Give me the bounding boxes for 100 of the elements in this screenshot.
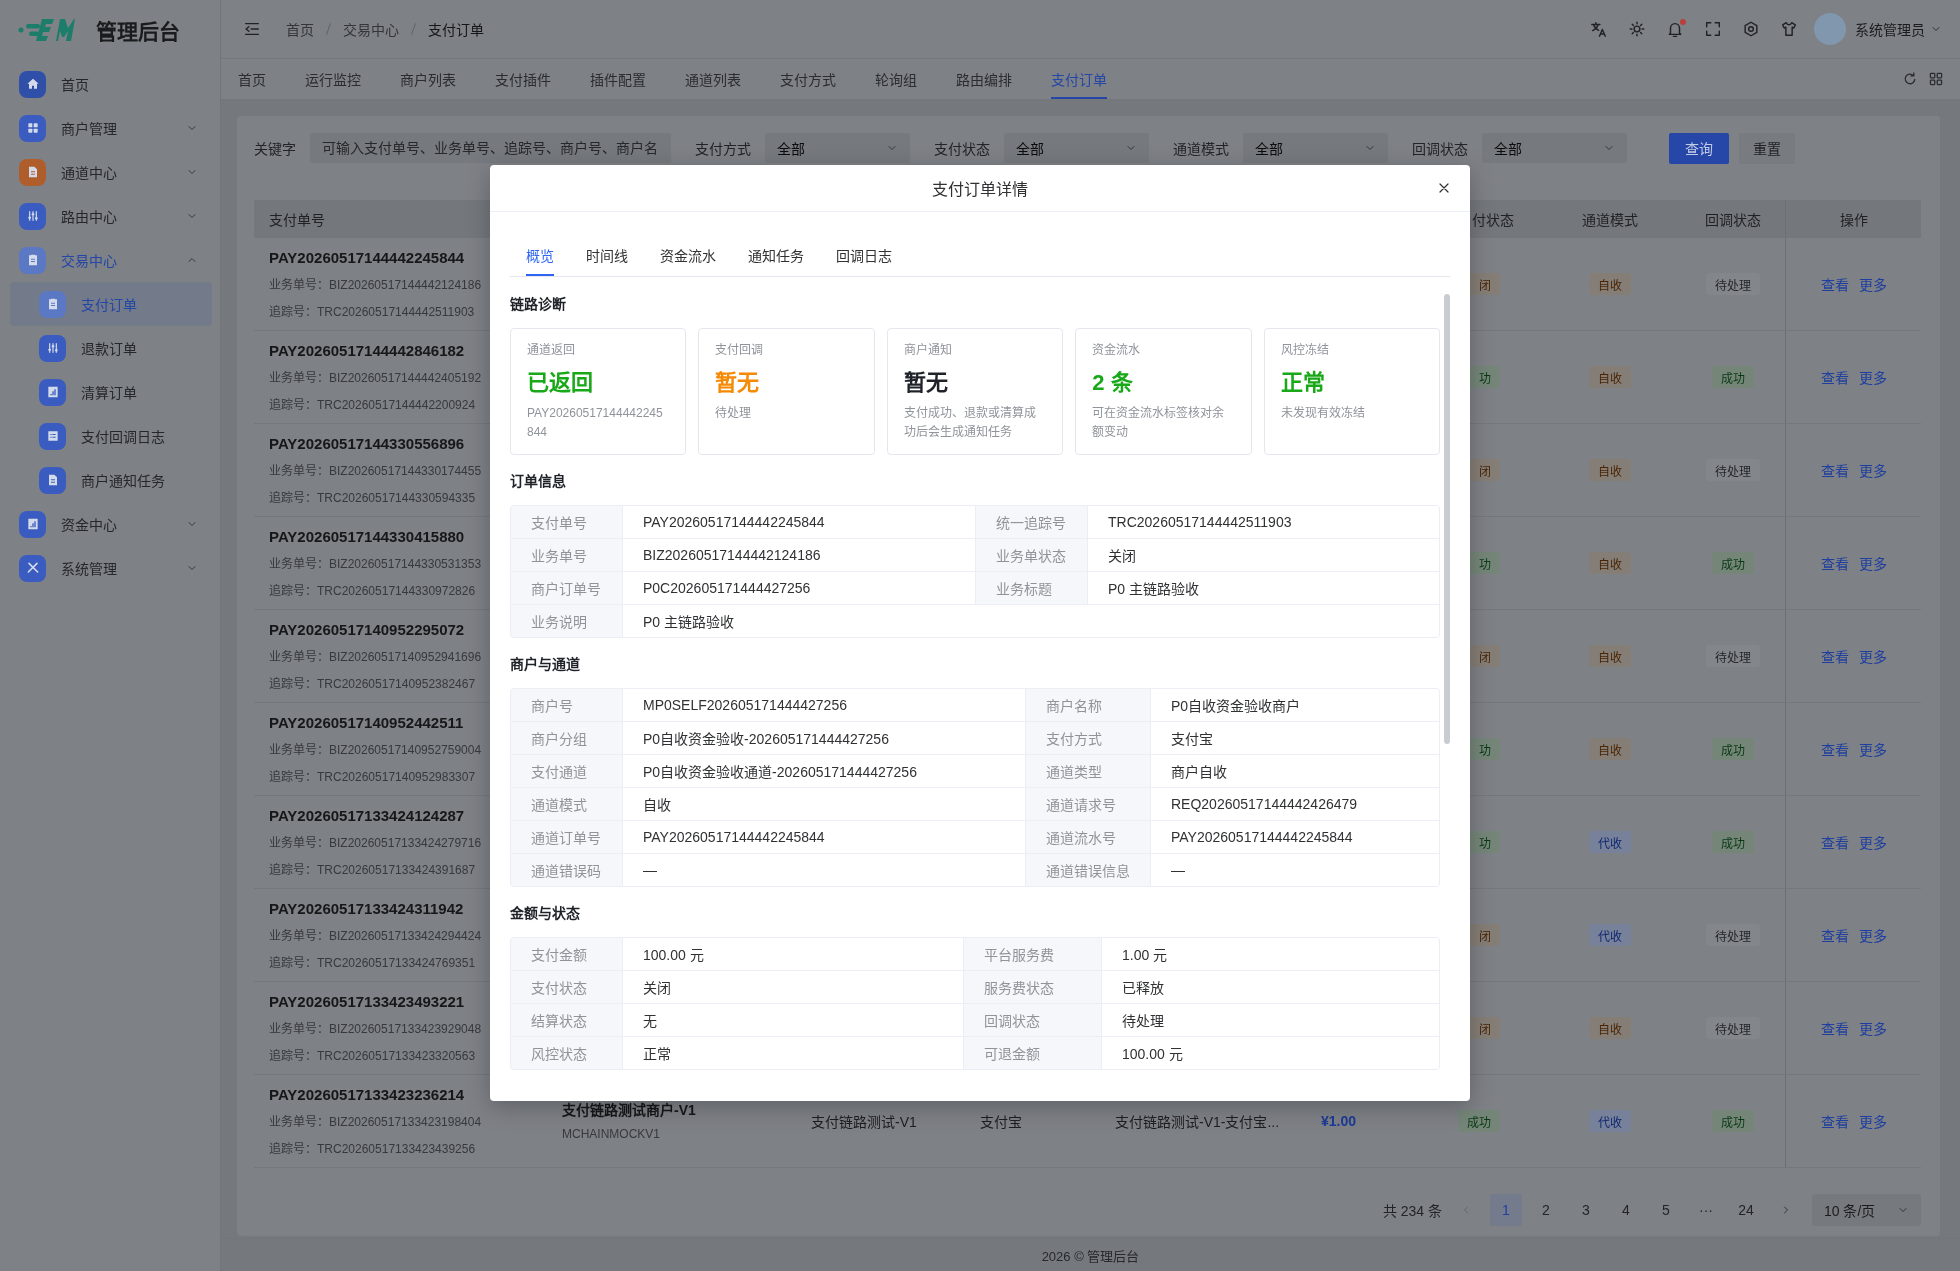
action-link[interactable]: 查看 (1820, 925, 1849, 945)
page-button[interactable]: 3 (1570, 1194, 1602, 1226)
translate-icon[interactable] (1590, 20, 1608, 38)
mode-tag: 代收 (1589, 1110, 1631, 1132)
page-tab[interactable]: 运行监控 (305, 59, 361, 99)
settings-icon[interactable] (1742, 20, 1760, 38)
action-link[interactable]: 查看 (1820, 274, 1849, 294)
order-number: PAY20260517144330415880 (269, 527, 465, 547)
action-link[interactable]: 更多 (1858, 460, 1887, 480)
page-button[interactable]: 24 (1730, 1194, 1762, 1226)
action-link[interactable]: 查看 (1820, 460, 1849, 480)
menu-item[interactable]: 商户通知任务 (10, 458, 212, 502)
action-link[interactable]: 查看 (1820, 367, 1849, 387)
keyword-input[interactable]: 可输入支付单号、业务单号、追踪号、商户号、商户名 (310, 133, 671, 163)
reset-button[interactable]: 重置 (1739, 132, 1795, 164)
action-link[interactable]: 查看 (1820, 646, 1849, 666)
menu-item[interactable]: 首页 (0, 62, 220, 106)
page-button[interactable]: ··· (1690, 1194, 1722, 1226)
bell-icon[interactable] (1666, 20, 1684, 38)
dialog-tab[interactable]: 时间线 (586, 236, 628, 276)
action-link[interactable]: 查看 (1820, 739, 1849, 759)
shirt-icon[interactable] (1780, 20, 1798, 38)
action-link[interactable]: 查看 (1820, 1111, 1849, 1131)
card-label: 资金流水 (1092, 342, 1142, 358)
menu-item[interactable]: 通道中心 (0, 150, 220, 194)
field-value: 关闭 (623, 971, 963, 1003)
page-button[interactable]: 1 (1490, 1194, 1522, 1226)
sun-icon[interactable] (1628, 20, 1646, 38)
page-button[interactable]: 4 (1610, 1194, 1642, 1226)
dropdown-field[interactable]: 全部 (1004, 133, 1149, 163)
page-tab[interactable]: 轮询组 (875, 59, 917, 99)
column-header: 通道模式 (1582, 211, 1638, 229)
menu-item[interactable]: 支付订单 (10, 282, 212, 326)
page-button[interactable]: 2 (1530, 1194, 1562, 1226)
breadcrumb-link[interactable]: 交易中心 (343, 19, 399, 39)
page-tab[interactable]: 插件配置 (590, 59, 646, 99)
action-link[interactable]: 查看 (1820, 832, 1849, 852)
page-tab[interactable]: 支付插件 (495, 59, 551, 99)
dialog-tab[interactable]: 资金流水 (660, 236, 716, 276)
field-label: 回调状态 (964, 1004, 1101, 1036)
trace-number: 追踪号：TRC20260517140952983307 (269, 769, 476, 785)
field-value: 待处理 (1102, 1004, 1439, 1036)
refresh-icon[interactable] (1902, 71, 1918, 87)
action-link[interactable]: 更多 (1858, 1111, 1887, 1131)
dialog-tab[interactable]: 通知任务 (748, 236, 804, 276)
field-value: P0 主链路验收 (1088, 572, 1439, 604)
dropdown-field[interactable]: 全部 (1482, 133, 1627, 163)
menu-item[interactable]: 清算订单 (10, 370, 212, 414)
status-tag: 功 (1470, 831, 1500, 853)
dropdown-field[interactable]: 全部 (765, 133, 910, 163)
action-link[interactable]: 更多 (1858, 367, 1887, 387)
filter-label: 关键字 (254, 140, 296, 158)
menu-item[interactable]: 系统管理 (0, 546, 220, 590)
action-link[interactable]: 查看 (1820, 1018, 1849, 1038)
dropdown-field[interactable]: 全部 (1243, 133, 1388, 163)
page-tab[interactable]: 支付方式 (780, 59, 836, 99)
user-name[interactable]: 系统管理员 (1855, 19, 1925, 39)
action-link[interactable]: 更多 (1858, 646, 1887, 666)
page-tab[interactable]: 首页 (238, 59, 266, 99)
page-button[interactable]: 5 (1650, 1194, 1682, 1226)
mode-tag: 自收 (1589, 645, 1631, 667)
field-label: 支付单号 (511, 506, 622, 538)
status-tag: 成功 (1711, 366, 1754, 388)
menu-fold-icon[interactable] (243, 20, 261, 38)
menu-item[interactable]: 退款订单 (10, 326, 212, 370)
mode-tag: 自收 (1589, 366, 1631, 388)
card-note: 待处理 (715, 405, 753, 422)
merchant-name: 支付链路测试商户-V1 (562, 1100, 696, 1119)
action-link[interactable]: 更多 (1858, 553, 1887, 573)
breadcrumb-link[interactable]: 首页 (286, 19, 314, 39)
dialog-tab[interactable]: 回调日志 (836, 236, 892, 276)
status-tag: 闭 (1470, 1017, 1500, 1039)
page-tab[interactable]: 路由编排 (956, 59, 1012, 99)
menu-item[interactable]: 资金中心 (0, 502, 220, 546)
action-link[interactable]: 更多 (1858, 832, 1887, 852)
page-tab[interactable]: 支付订单 (1051, 59, 1107, 99)
action-link[interactable]: 更多 (1858, 1018, 1887, 1038)
action-link[interactable]: 查看 (1820, 553, 1849, 573)
page-size-select[interactable]: 10 条/页 (1812, 1194, 1921, 1226)
trace-number: 追踪号：TRC20260517133424769351 (269, 955, 476, 971)
submit-button[interactable]: 查询 (1669, 132, 1729, 164)
field-label: 业务标题 (976, 572, 1087, 604)
dialog-tab[interactable]: 概览 (526, 236, 554, 276)
order-number: PAY20260517140952295072 (269, 620, 465, 640)
brand-title: 管理后台 (96, 18, 180, 45)
grid-icon[interactable] (1928, 71, 1944, 87)
filter-label: 通道模式 (1173, 140, 1229, 158)
action-link[interactable]: 更多 (1858, 925, 1887, 945)
scrollbar-thumb[interactable] (1444, 294, 1450, 744)
business-number: 业务单号：BIZ20260517144442405192 (269, 370, 482, 386)
menu-item[interactable]: 商户管理 (0, 106, 220, 150)
field-label: 商户订单号 (511, 572, 622, 604)
action-link[interactable]: 更多 (1858, 274, 1887, 294)
action-link[interactable]: 更多 (1858, 739, 1887, 759)
menu-item[interactable]: 路由中心 (0, 194, 220, 238)
menu-item[interactable]: 支付回调日志 (10, 414, 212, 458)
fullscreen-icon[interactable] (1704, 20, 1722, 38)
menu-item[interactable]: 交易中心 (0, 238, 220, 282)
page-tab[interactable]: 通道列表 (685, 59, 741, 99)
page-tab[interactable]: 商户列表 (400, 59, 456, 99)
